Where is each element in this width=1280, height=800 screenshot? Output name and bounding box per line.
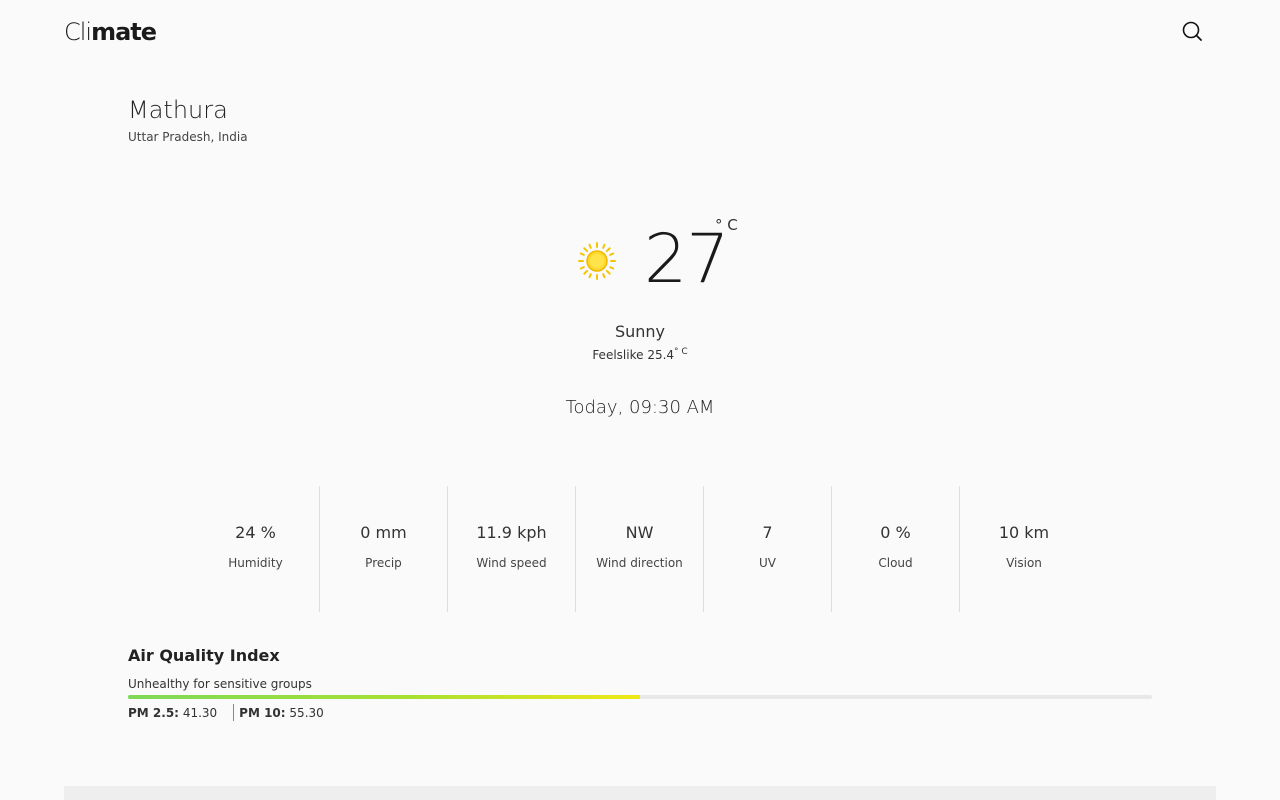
pm25-value: 41.30 xyxy=(182,705,218,720)
current-datetime: Today, 09:30 AM xyxy=(565,397,715,418)
sun-icon xyxy=(577,241,617,281)
stat-label: Cloud xyxy=(878,556,913,570)
search-icon[interactable] xyxy=(1180,19,1204,43)
stat-label: Humidity xyxy=(228,556,283,570)
pm10-value: 55.30 xyxy=(289,705,324,720)
stat-wind-direction: NW Wind direction xyxy=(576,486,704,612)
feelslike-label: Feelslike xyxy=(592,348,644,362)
stat-value: 0 mm xyxy=(360,523,407,542)
app-header: Climate xyxy=(0,0,1280,64)
weather-condition: Sunny xyxy=(614,322,666,341)
pm-divider xyxy=(233,704,235,721)
stat-cloud: 0 % Cloud xyxy=(832,486,960,612)
feelslike-text: Feelslike 25.4° C xyxy=(0,347,1280,362)
stat-label: Precip xyxy=(365,556,402,570)
city-name: Mathura xyxy=(128,96,228,124)
feelslike-value: 25.4 xyxy=(647,348,675,362)
aqi-pollutants: PM 2.5: 41.30 PM 10: 55.30 xyxy=(128,704,324,721)
pm10-label: PM 10: xyxy=(239,705,286,720)
footer-strip xyxy=(64,786,1216,800)
stat-value: NW xyxy=(625,523,654,542)
aqi-bar-fill xyxy=(128,695,640,699)
stat-label: Wind direction xyxy=(596,556,683,570)
stat-value: 11.9 kph xyxy=(476,523,547,542)
pm25-reading: PM 2.5: 41.30 xyxy=(128,706,217,720)
pm25-label: PM 2.5: xyxy=(128,705,179,720)
logo-bold-part: mate xyxy=(91,18,157,46)
aqi-status: Unhealthy for sensitive groups xyxy=(128,677,312,691)
stat-vision: 10 km Vision xyxy=(960,486,1088,612)
stat-precip: 0 mm Precip xyxy=(320,486,448,612)
stat-value: 7 xyxy=(762,523,773,542)
feelslike-unit: ° C xyxy=(674,347,688,357)
stat-humidity: 24 % Humidity xyxy=(192,486,320,612)
pm10-reading: PM 10: 55.30 xyxy=(239,706,324,720)
stat-label: UV xyxy=(759,556,776,570)
app-logo[interactable]: Climate xyxy=(64,18,157,46)
stat-uv: 7 UV xyxy=(704,486,832,612)
aqi-title: Air Quality Index xyxy=(128,646,280,665)
region-name: Uttar Pradesh, India xyxy=(128,130,248,144)
stat-value: 10 km xyxy=(998,523,1050,542)
location-block: Mathura Uttar Pradesh, India xyxy=(128,96,248,144)
logo-light-part: Cli xyxy=(64,18,92,46)
stat-value: 24 % xyxy=(235,523,276,542)
aqi-bar xyxy=(128,695,1152,699)
stat-value: 0 % xyxy=(880,523,911,542)
temperature-unit: ° C xyxy=(715,216,738,234)
stat-label: Vision xyxy=(1006,556,1042,570)
stat-label: Wind speed xyxy=(476,556,547,570)
weather-stats: 24 % Humidity 0 mm Precip 11.9 kph Wind … xyxy=(192,486,1088,612)
stat-wind-speed: 11.9 kph Wind speed xyxy=(448,486,576,612)
